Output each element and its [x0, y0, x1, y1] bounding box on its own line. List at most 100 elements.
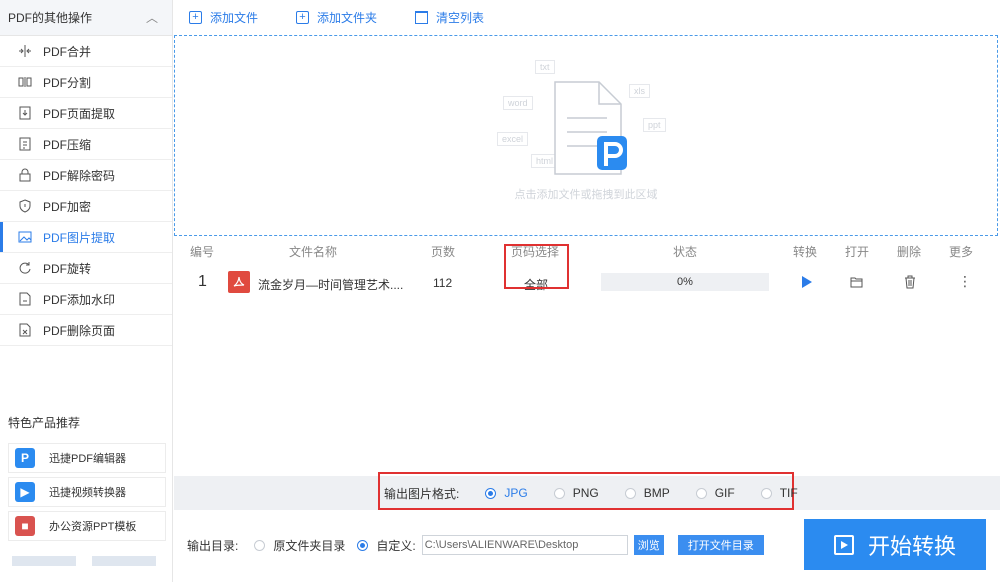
sidebar-header[interactable]: PDF的其他操作 ︿	[0, 0, 172, 36]
rotate-icon	[18, 261, 32, 275]
sidebar: PDF的其他操作 ︿ PDF合并 PDF分割 PDF页面提取 PDF压缩 PDF…	[0, 0, 173, 582]
pdf-file-icon	[228, 271, 250, 293]
table-row[interactable]: 1 流金岁月—时间管理艺术.... 112 全部 0% ⋮	[174, 270, 1000, 296]
start-convert-button[interactable]: 开始转换	[804, 519, 986, 570]
row-pages: 112	[433, 276, 453, 290]
highlight-box	[504, 244, 569, 289]
sidebar-item-label: PDF解除密码	[43, 168, 116, 183]
product-ppt-template[interactable]: ■ 办公资源PPT模板	[8, 511, 166, 541]
file-type-tag: xls	[629, 84, 650, 98]
add-folder-button[interactable]: + 添加文件夹	[296, 9, 377, 26]
radio-dot	[695, 487, 707, 499]
more-icon[interactable]: ⋮	[958, 273, 972, 290]
clear-list-label: 清空列表	[436, 10, 485, 25]
product-label: 办公资源PPT模板	[49, 521, 137, 533]
product-video-converter[interactable]: ▶ 迅捷视频转换器	[8, 477, 166, 507]
delete-page-icon	[18, 323, 32, 337]
sidebar-item-compress[interactable]: PDF压缩	[0, 129, 172, 160]
sidebar-item-label: PDF分割	[43, 75, 92, 90]
sidebar-item-rotate[interactable]: PDF旋转	[0, 253, 172, 284]
sidebar-item-label: PDF页面提取	[43, 106, 116, 121]
merge-icon	[18, 44, 32, 58]
progress-bar: 0%	[601, 273, 769, 291]
radio-label: 原文件夹目录	[273, 538, 346, 553]
product-pdf-editor[interactable]: P 迅捷PDF编辑器	[8, 443, 166, 473]
featured-title: 特色产品推荐	[8, 416, 81, 430]
format-radio-bmp[interactable]: BMP	[624, 486, 670, 500]
output-radio-custom[interactable]: 自定义:	[357, 537, 416, 554]
format-bar: 输出图片格式: JPG PNG BMP GIF TIF	[174, 472, 1000, 510]
blurred-item	[12, 556, 76, 566]
col-convert: 转换	[793, 245, 818, 259]
output-row: 输出目录: 原文件夹目录 自定义: 浏览 打开文件目录	[174, 528, 794, 562]
output-path-input[interactable]	[421, 535, 628, 555]
col-delete: 删除	[897, 245, 922, 259]
add-file-button[interactable]: + 添加文件	[189, 9, 258, 26]
file-type-tag: word	[503, 96, 533, 110]
sidebar-item-label: PDF旋转	[43, 261, 92, 276]
product-label: 迅捷视频转换器	[49, 487, 126, 499]
output-label: 输出目录:	[187, 538, 239, 553]
sidebar-item-image-extract[interactable]: PDF图片提取	[0, 222, 172, 253]
file-drop-zone[interactable]: txt word xls ppt excel html 点击添加文件或拖拽到此区…	[174, 35, 998, 236]
format-radio-jpg[interactable]: JPG	[485, 486, 528, 500]
watermark-icon	[18, 292, 32, 306]
sidebar-item-page-extract[interactable]: PDF页面提取	[0, 98, 172, 129]
ppt-template-app-icon: ■	[15, 516, 35, 536]
play-icon[interactable]	[799, 275, 813, 292]
sidebar-item-label: PDF合并	[43, 44, 92, 59]
radio-label: JPG	[504, 486, 528, 500]
image-icon	[18, 230, 32, 244]
drop-hint: 点击添加文件或拖拽到此区域	[514, 189, 658, 201]
format-radio-png[interactable]: PNG	[553, 486, 599, 500]
col-more: 更多	[949, 245, 974, 259]
sidebar-item-unlock[interactable]: PDF解除密码	[0, 160, 172, 191]
file-type-tag: txt	[535, 60, 555, 74]
document-illustration-icon	[554, 81, 627, 175]
col-status: 状态	[673, 245, 698, 259]
sidebar-header-label: PDF的其他操作	[8, 11, 93, 25]
radio-dot	[553, 487, 565, 499]
trash-icon	[415, 10, 429, 24]
open-folder-button[interactable]: 打开文件目录	[677, 535, 764, 555]
shield-icon	[18, 199, 32, 213]
table-header: 编号 文件名称 页数 页码选择 状态 转换 打开 删除 更多	[174, 243, 1000, 261]
output-radio-source[interactable]: 原文件夹目录	[254, 537, 345, 554]
folder-plus-icon: +	[296, 10, 310, 24]
split-icon	[18, 75, 32, 89]
row-index: 1	[198, 273, 207, 290]
sidebar-item-merge[interactable]: PDF合并	[0, 36, 172, 67]
add-folder-label: 添加文件夹	[317, 10, 378, 25]
col-open: 打开	[845, 245, 870, 259]
sidebar-item-watermark[interactable]: PDF添加水印	[0, 284, 172, 315]
chevron-up-icon[interactable]: ︿	[146, 9, 158, 26]
sidebar-item-split[interactable]: PDF分割	[0, 67, 172, 98]
pdf-editor-app-icon: P	[15, 448, 35, 468]
toolbar: + 添加文件 + 添加文件夹 清空列表	[173, 0, 1000, 34]
folder-open-icon[interactable]	[850, 275, 864, 292]
video-converter-app-icon: ▶	[15, 482, 35, 502]
sidebar-item-encrypt[interactable]: PDF加密	[0, 191, 172, 222]
format-radio-tif[interactable]: TIF	[760, 486, 798, 500]
clear-list-button[interactable]: 清空列表	[415, 9, 484, 26]
sidebar-item-label: PDF添加水印	[43, 292, 116, 307]
trash-icon[interactable]	[903, 275, 917, 292]
add-file-label: 添加文件	[210, 10, 259, 25]
browse-button[interactable]: 浏览	[633, 535, 664, 555]
sidebar-item-label: PDF加密	[43, 199, 92, 214]
file-type-tag: ppt	[643, 118, 666, 132]
row-filename: 流金岁月—时间管理艺术....	[258, 278, 404, 292]
product-label: 迅捷PDF编辑器	[49, 453, 126, 465]
radio-label: BMP	[643, 486, 670, 500]
radio-dot	[760, 487, 772, 499]
radio-label: GIF	[714, 486, 735, 500]
page-extract-icon	[18, 106, 32, 120]
format-radio-gif[interactable]: GIF	[695, 486, 735, 500]
blurred-item	[92, 556, 156, 566]
sidebar-item-delete-page[interactable]: PDF删除页面	[0, 315, 172, 346]
radio-dot	[485, 487, 497, 499]
sidebar-item-label: PDF图片提取	[43, 230, 116, 245]
sidebar-item-label: PDF压缩	[43, 137, 92, 152]
plus-icon: +	[189, 10, 202, 24]
radio-dot	[357, 539, 369, 551]
